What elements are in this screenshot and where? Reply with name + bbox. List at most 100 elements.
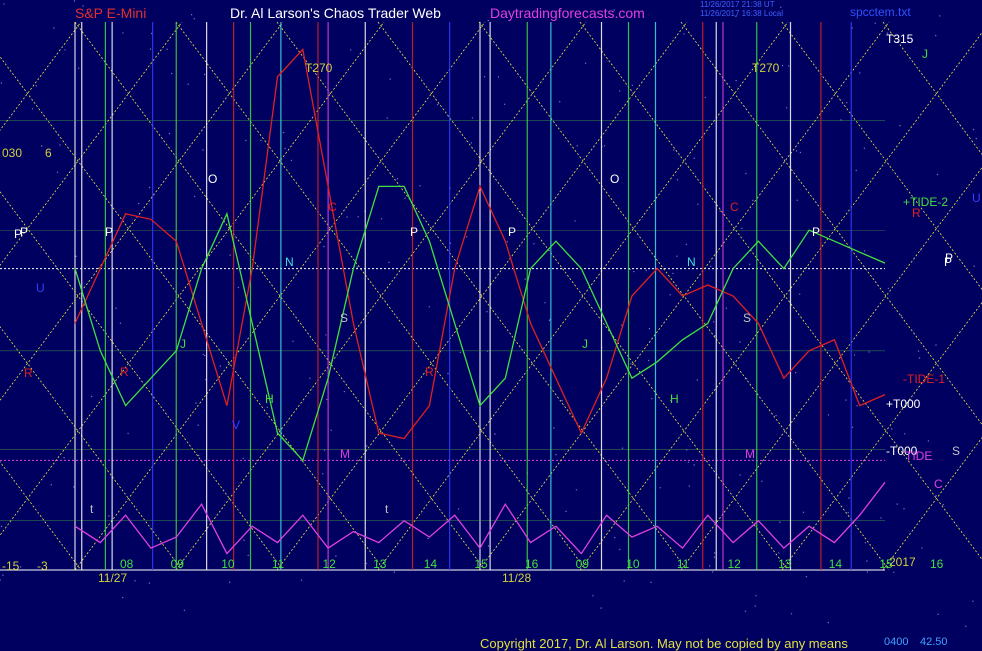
star-dot — [781, 64, 784, 67]
star-dot — [673, 149, 675, 151]
star-dot — [292, 340, 294, 342]
star-dot — [935, 344, 937, 346]
star-dot — [683, 33, 685, 35]
star-dot — [805, 576, 808, 578]
event-label: N — [285, 255, 294, 269]
event-label: S — [340, 311, 348, 325]
star-dot — [386, 117, 388, 119]
star-dot — [149, 48, 152, 50]
event-label: T270 — [305, 61, 333, 75]
star-dot — [487, 545, 490, 547]
star-dot — [651, 398, 653, 400]
star-dot — [78, 67, 80, 69]
star-dot — [427, 537, 429, 540]
x-tick-label: 11 — [272, 557, 285, 571]
star-dot — [300, 579, 303, 581]
star-dot — [166, 48, 168, 50]
grid-diagonal-down — [781, 21, 982, 290]
star-dot — [524, 278, 526, 280]
star-dot — [138, 202, 140, 205]
star-dot — [90, 395, 93, 398]
star-dot — [284, 147, 286, 150]
star-dot — [122, 32, 124, 34]
right-edge-label: +TIDE-2 — [903, 195, 948, 209]
event-label: N — [687, 255, 696, 269]
star-dot — [330, 429, 332, 431]
star-dot — [282, 131, 285, 134]
left-edge-label: 030 — [2, 146, 22, 160]
event-label: C — [730, 200, 739, 214]
star-dot — [260, 139, 262, 141]
star-dot — [325, 334, 327, 336]
star-dot — [396, 178, 399, 180]
star-dot — [565, 510, 567, 513]
star-dot — [903, 508, 905, 510]
star-dot — [697, 203, 699, 205]
star-dot — [2, 574, 4, 576]
star-dot — [796, 199, 798, 201]
right-edge-label: C — [934, 477, 943, 491]
star-dot — [780, 6, 782, 8]
right-edge-label: U — [972, 191, 981, 205]
star-dot — [713, 556, 716, 558]
star-dot — [356, 266, 358, 268]
star-dot — [851, 426, 854, 428]
star-dot — [893, 571, 895, 573]
star-dot — [194, 195, 196, 198]
star-dot — [972, 600, 974, 602]
copyright-text: Copyright 2017, Dr. Al Larson. May not b… — [480, 636, 848, 651]
star-dot — [900, 314, 902, 317]
event-label: O — [610, 172, 619, 186]
yellow-grid-lines — [0, 21, 982, 571]
star-dot — [365, 562, 368, 565]
star-dot — [243, 539, 245, 541]
star-dot — [659, 487, 661, 489]
event-label: t — [385, 502, 389, 516]
event-label: P — [812, 225, 820, 239]
star-dot — [904, 433, 906, 435]
left-edge-label: 6 — [45, 146, 52, 160]
star-dot — [41, 145, 43, 147]
grid-diagonal-up — [0, 21, 284, 401]
x-tick-label: 16 — [930, 557, 944, 571]
star-dot — [669, 294, 671, 296]
star-dot — [937, 613, 939, 615]
star-dot — [0, 525, 3, 528]
star-dot — [457, 508, 460, 510]
star-dot — [64, 49, 66, 51]
star-dot — [533, 243, 535, 245]
star-dot — [266, 406, 268, 408]
star-dot — [799, 293, 801, 295]
star-dot — [584, 62, 587, 64]
star-dot — [31, 108, 34, 110]
star-dot — [775, 414, 777, 417]
x-tick-label: 14 — [424, 557, 438, 571]
event-label: S — [743, 311, 751, 325]
left-edge-label: -3 — [37, 559, 48, 573]
star-dot — [845, 399, 847, 401]
star-dot — [621, 447, 624, 449]
site-link[interactable]: Daytradingforecasts.com — [490, 5, 645, 21]
star-dot — [559, 101, 561, 103]
x-axis-ticks: 08 09 10 11 12 13 14 15 16 09 10 11 12 13 14 15 16 11/27 1… — [98, 557, 944, 585]
timestamp-local: 11/26/2017 16:38 Local — [700, 9, 784, 18]
star-dot — [648, 328, 651, 330]
star-dot — [203, 73, 206, 76]
star-dot — [921, 547, 923, 549]
star-dot — [437, 103, 439, 106]
star-dot — [134, 580, 136, 582]
left-edge-label: P — [14, 227, 22, 241]
readout-a: 0400 — [884, 636, 909, 648]
star-dot — [245, 139, 247, 142]
instrument-title: S&P E-Mini — [75, 5, 147, 21]
star-dot — [761, 480, 763, 482]
star-dot — [195, 402, 197, 404]
x-tick-label: 15 — [474, 557, 488, 571]
star-dot — [122, 596, 124, 599]
star-dot — [3, 3, 5, 5]
star-dot — [503, 103, 506, 106]
grid-diagonal-up — [579, 32, 982, 571]
left-edge-label: -15 — [2, 559, 20, 573]
star-dot — [863, 147, 866, 149]
grid-diagonal-up — [0, 21, 82, 131]
